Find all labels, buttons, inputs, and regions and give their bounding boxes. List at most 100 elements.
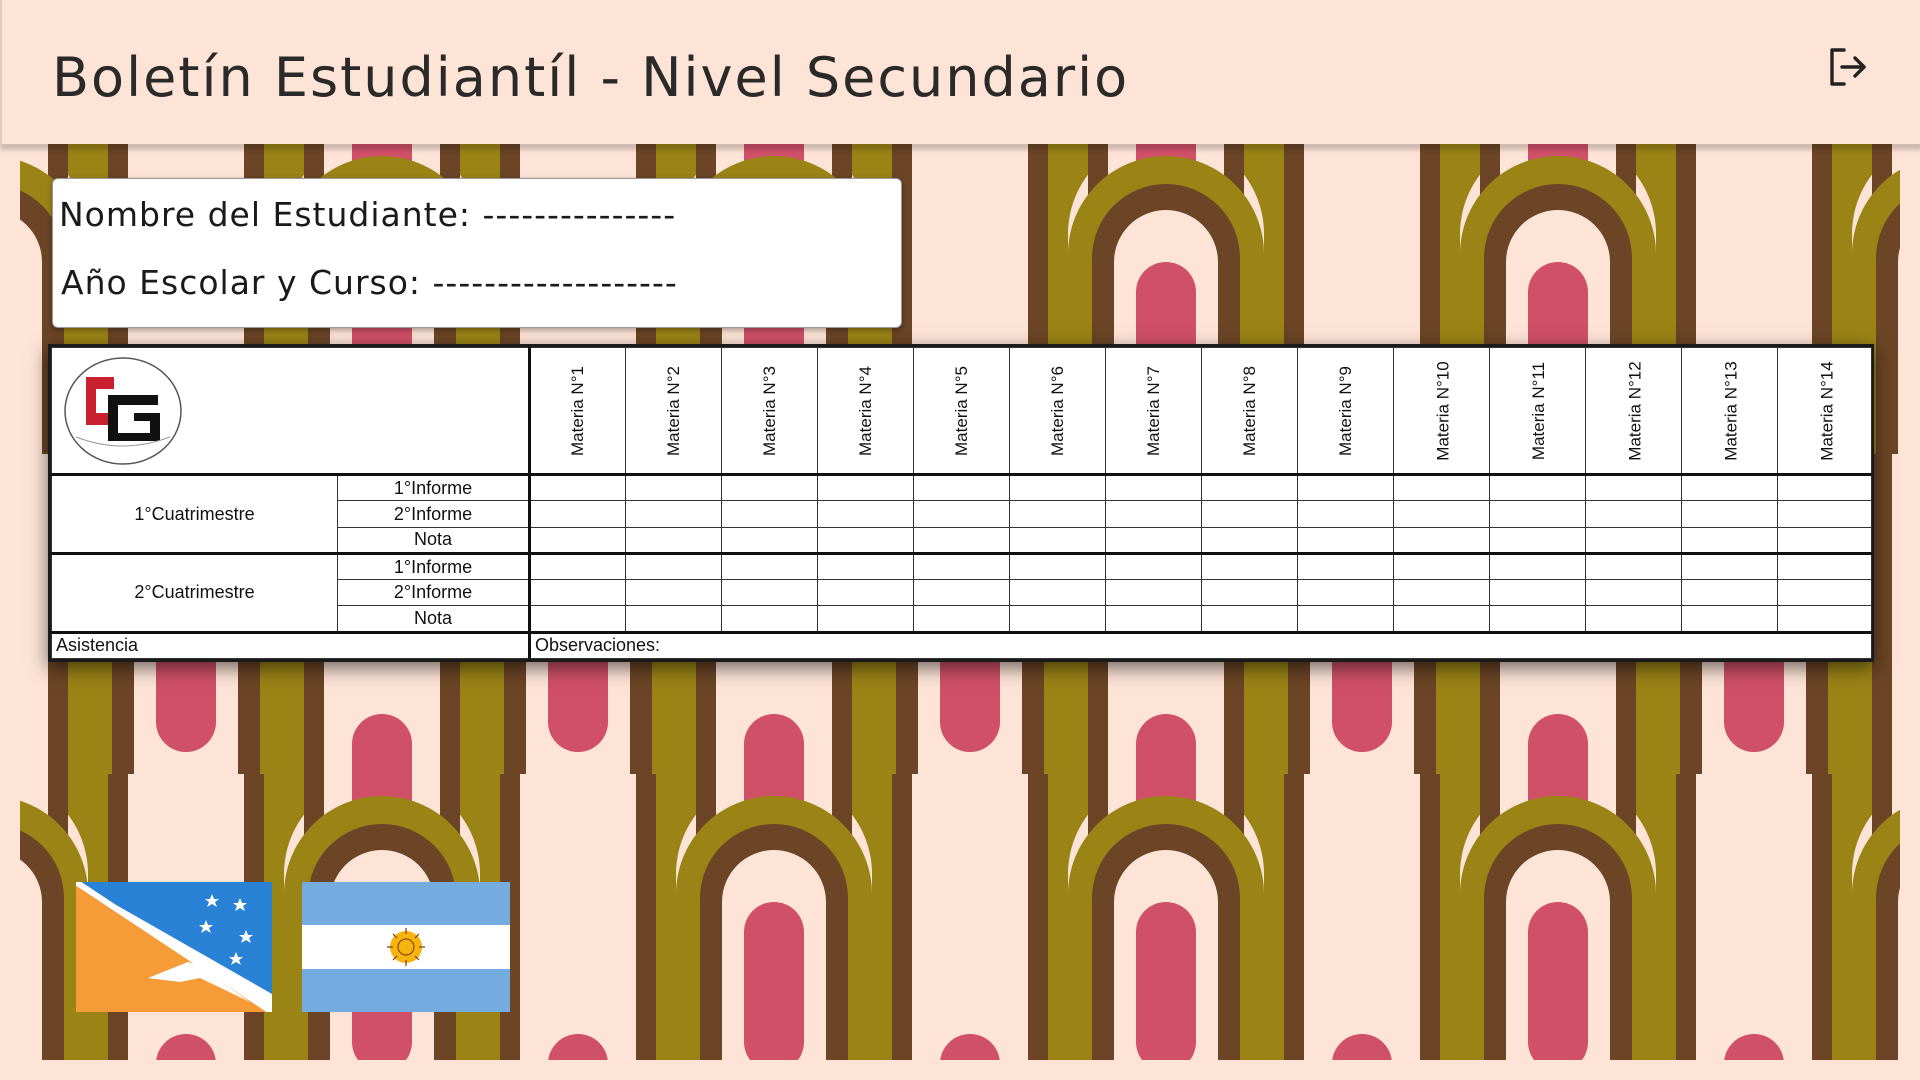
school-logo	[64, 356, 182, 465]
grade-cell[interactable]	[1105, 605, 1202, 634]
grade-cell[interactable]	[1393, 579, 1490, 607]
grade-cell[interactable]	[625, 579, 722, 607]
grade-cell[interactable]	[721, 605, 818, 634]
grade-cell[interactable]	[1681, 579, 1778, 607]
grade-cell[interactable]	[625, 552, 722, 581]
grade-cell[interactable]	[1777, 552, 1872, 581]
grade-cell[interactable]	[1585, 579, 1682, 607]
grade-cell[interactable]	[913, 474, 1010, 502]
row-label: 1°Informe	[337, 552, 531, 581]
grade-cell[interactable]	[1489, 500, 1586, 528]
grade-cell[interactable]	[529, 526, 626, 555]
grade-cell[interactable]	[1585, 526, 1682, 555]
grade-cell[interactable]	[1681, 605, 1778, 634]
grade-cell[interactable]	[1393, 500, 1490, 528]
grade-cell[interactable]	[721, 500, 818, 528]
grade-cell[interactable]	[1681, 552, 1778, 581]
student-info-box: Nombre del Estudiante: --------------- A…	[52, 178, 902, 328]
grade-cell[interactable]	[1201, 552, 1298, 581]
grade-cell[interactable]	[529, 579, 626, 607]
grade-cell[interactable]	[1105, 526, 1202, 555]
grade-cell[interactable]	[1201, 474, 1298, 502]
grades-table: Materia N°1 Materia N°2 Materia N°3 Mate…	[51, 346, 1872, 660]
grade-cell[interactable]	[1681, 526, 1778, 555]
grade-cell[interactable]	[1105, 474, 1202, 502]
grade-cell[interactable]	[1201, 605, 1298, 634]
grade-cell[interactable]	[1489, 526, 1586, 555]
grade-cell[interactable]	[817, 605, 914, 634]
grade-cell[interactable]	[1585, 552, 1682, 581]
grade-cell[interactable]	[913, 605, 1010, 634]
grade-cell[interactable]	[1489, 605, 1586, 634]
grade-cell[interactable]	[1681, 474, 1778, 502]
grade-cell[interactable]	[625, 605, 722, 634]
grade-cell[interactable]	[1009, 500, 1106, 528]
grade-cell[interactable]	[1009, 474, 1106, 502]
grade-cell[interactable]	[1585, 474, 1682, 502]
grade-cell[interactable]	[817, 500, 914, 528]
grade-cell[interactable]	[1393, 474, 1490, 502]
grade-cell[interactable]	[1201, 526, 1298, 555]
grade-cell[interactable]	[721, 474, 818, 502]
grade-cell[interactable]	[1393, 552, 1490, 581]
grade-cell[interactable]	[1105, 552, 1202, 581]
grade-cell[interactable]	[1585, 605, 1682, 634]
subject-header-5: Materia N°5	[913, 346, 1010, 477]
grade-cell[interactable]	[1489, 552, 1586, 581]
grade-cell[interactable]	[817, 474, 914, 502]
grade-cell[interactable]	[1777, 526, 1872, 555]
grade-cell[interactable]	[817, 526, 914, 555]
school-year-line[interactable]: Año Escolar y Curso: -------------------	[61, 263, 678, 302]
grade-cell[interactable]	[529, 605, 626, 634]
grade-cell[interactable]	[529, 552, 626, 581]
subject-header-6: Materia N°6	[1009, 346, 1106, 477]
subject-header-13: Materia N°13	[1681, 346, 1778, 477]
grade-cell[interactable]	[1777, 579, 1872, 607]
grade-cell[interactable]	[1393, 526, 1490, 555]
grade-cell[interactable]	[1585, 500, 1682, 528]
grade-cell[interactable]	[625, 474, 722, 502]
grade-cell[interactable]	[1009, 579, 1106, 607]
subject-header-3: Materia N°3	[721, 346, 818, 477]
grade-cell[interactable]	[913, 526, 1010, 555]
grade-cell[interactable]	[1393, 605, 1490, 634]
grade-cell[interactable]	[1489, 579, 1586, 607]
grade-cell[interactable]	[529, 474, 626, 502]
grade-cell[interactable]	[1681, 500, 1778, 528]
grade-cell[interactable]	[1777, 500, 1872, 528]
grade-cell[interactable]	[913, 500, 1010, 528]
grade-cell[interactable]	[1777, 605, 1872, 634]
grade-cell[interactable]	[1297, 474, 1394, 502]
grade-cell[interactable]	[1105, 579, 1202, 607]
grade-cell[interactable]	[625, 526, 722, 555]
grade-cell[interactable]	[1489, 474, 1586, 502]
observations-cell[interactable]: Observaciones:	[529, 631, 1872, 660]
grade-cell[interactable]	[721, 579, 818, 607]
grade-cell[interactable]	[913, 579, 1010, 607]
grade-cell[interactable]	[1009, 552, 1106, 581]
grade-cell[interactable]	[721, 552, 818, 581]
grade-cell[interactable]	[1777, 474, 1872, 502]
grade-cell[interactable]	[1201, 579, 1298, 607]
grade-cell[interactable]	[817, 579, 914, 607]
grade-cell[interactable]	[1297, 500, 1394, 528]
grade-cell[interactable]	[1009, 605, 1106, 634]
logout-icon[interactable]	[1824, 44, 1870, 90]
grade-cell[interactable]	[625, 500, 722, 528]
grade-cell[interactable]	[1297, 579, 1394, 607]
attendance-cell[interactable]: Asistencia	[51, 631, 531, 660]
grade-cell[interactable]	[817, 552, 914, 581]
grade-cell[interactable]	[1297, 605, 1394, 634]
grade-cell[interactable]	[1297, 526, 1394, 555]
student-name-line[interactable]: Nombre del Estudiante: ---------------	[59, 195, 676, 234]
grade-cell[interactable]	[1297, 552, 1394, 581]
grade-cell[interactable]	[529, 500, 626, 528]
table-row: 2°Cuatrimestre 1°Informe	[51, 552, 1872, 634]
subject-header-9: Materia N°9	[1297, 346, 1394, 477]
subject-header-11: Materia N°11	[1489, 346, 1586, 477]
grade-cell[interactable]	[913, 552, 1010, 581]
grade-cell[interactable]	[1105, 500, 1202, 528]
grade-cell[interactable]	[1201, 500, 1298, 528]
grade-cell[interactable]	[1009, 526, 1106, 555]
grade-cell[interactable]	[721, 526, 818, 555]
